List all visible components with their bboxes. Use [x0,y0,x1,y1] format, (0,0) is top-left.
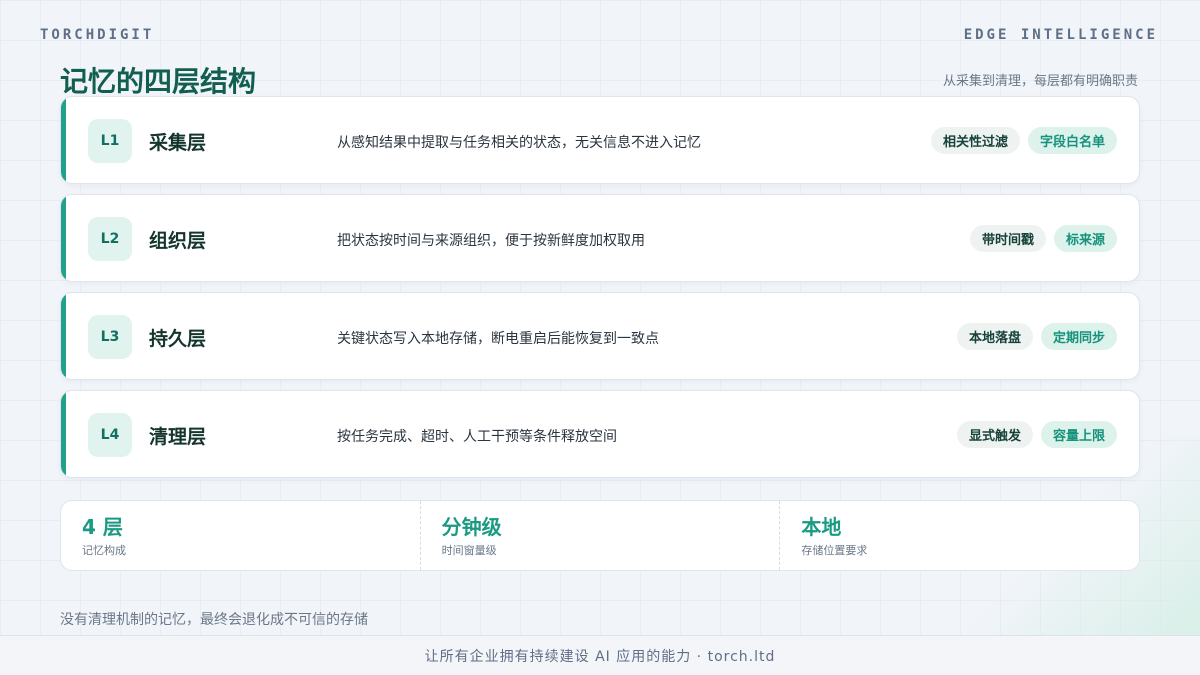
layer-tags: 带时间戳 标来源 [969,225,1117,252]
stat-value: 本地 [801,515,842,539]
layer-tags: 显式触发 容量上限 [956,421,1117,448]
layer-card-l4: L4 清理层 按任务完成、超时、人工干预等条件释放空间 显式触发 容量上限 [60,390,1140,478]
layer-tag: 显式触发 [956,421,1033,448]
layer-name: 组织层 [149,230,207,252]
layer-name: 持久层 [149,328,207,350]
layer-tags: 相关性过滤 字段白名单 [930,127,1117,154]
layer-number-badge: L1 [88,119,132,163]
footer-bar: 让所有企业拥有持续建设 AI 应用的能力 · torch.ltd [0,635,1200,675]
stats-bar: 4 层 记忆构成 分钟级 时间窗量级 本地 存储位置要求 [60,500,1140,571]
layer-tag: 字段白名单 [1027,127,1117,154]
layer-tag: 带时间戳 [969,225,1046,252]
layer-card-l2: L2 组织层 把状态按时间与来源组织，便于按新鲜度加权取用 带时间戳 标来源 [60,194,1140,282]
stat-value: 分钟级 [441,515,502,539]
layer-tag: 定期同步 [1040,323,1117,350]
layer-card-l3: L3 持久层 关键状态写入本地存储，断电重启后能恢复到一致点 本地落盘 定期同步 [60,292,1140,380]
layer-number-badge: L2 [88,217,132,261]
stat-label: 存储位置要求 [801,544,868,557]
footer-text: 让所有企业拥有持续建设 AI 应用的能力 · torch.ltd [424,648,776,665]
layer-description: 关键状态写入本地存储，断电重启后能恢复到一致点 [337,331,659,347]
stat-label: 时间窗量级 [441,544,497,557]
layer-card-l1: L1 采集层 从感知结果中提取与任务相关的状态，无关信息不进入记忆 相关性过滤 … [60,96,1140,184]
layer-tags: 本地落盘 定期同步 [956,323,1117,350]
layer-tag: 容量上限 [1040,421,1117,448]
layer-tag: 相关性过滤 [930,127,1020,154]
stat-value: 4 层 [82,515,123,539]
layer-tag: 本地落盘 [956,323,1033,350]
brand-logo-text: TORCHDIGIT [40,27,155,43]
page-title: 记忆的四层结构 [60,65,257,98]
footnote: 没有清理机制的记忆，最终会退化成不可信的存储 [60,612,368,628]
layer-name: 采集层 [149,132,207,154]
brand-tagline: EDGE INTELLIGENCE [963,27,1158,43]
page-subtitle: 从采集到清理，每层都有明确职责 [942,74,1138,89]
layer-name: 清理层 [149,426,207,448]
layer-number-badge: L4 [88,413,132,457]
layer-description: 按任务完成、超时、人工干预等条件释放空间 [337,429,617,445]
layer-tag: 标来源 [1053,225,1117,252]
layer-description: 把状态按时间与来源组织，便于按新鲜度加权取用 [337,233,645,249]
layer-description: 从感知结果中提取与任务相关的状态，无关信息不进入记忆 [337,135,701,151]
stat-item: 4 层 记忆构成 [61,501,420,570]
stat-item: 本地 存储位置要求 [779,501,1139,570]
stat-label: 记忆构成 [82,544,126,557]
stat-item: 分钟级 时间窗量级 [419,501,780,570]
layer-list: L1 采集层 从感知结果中提取与任务相关的状态，无关信息不进入记忆 相关性过滤 … [60,96,1140,488]
layer-number-badge: L3 [88,315,132,359]
